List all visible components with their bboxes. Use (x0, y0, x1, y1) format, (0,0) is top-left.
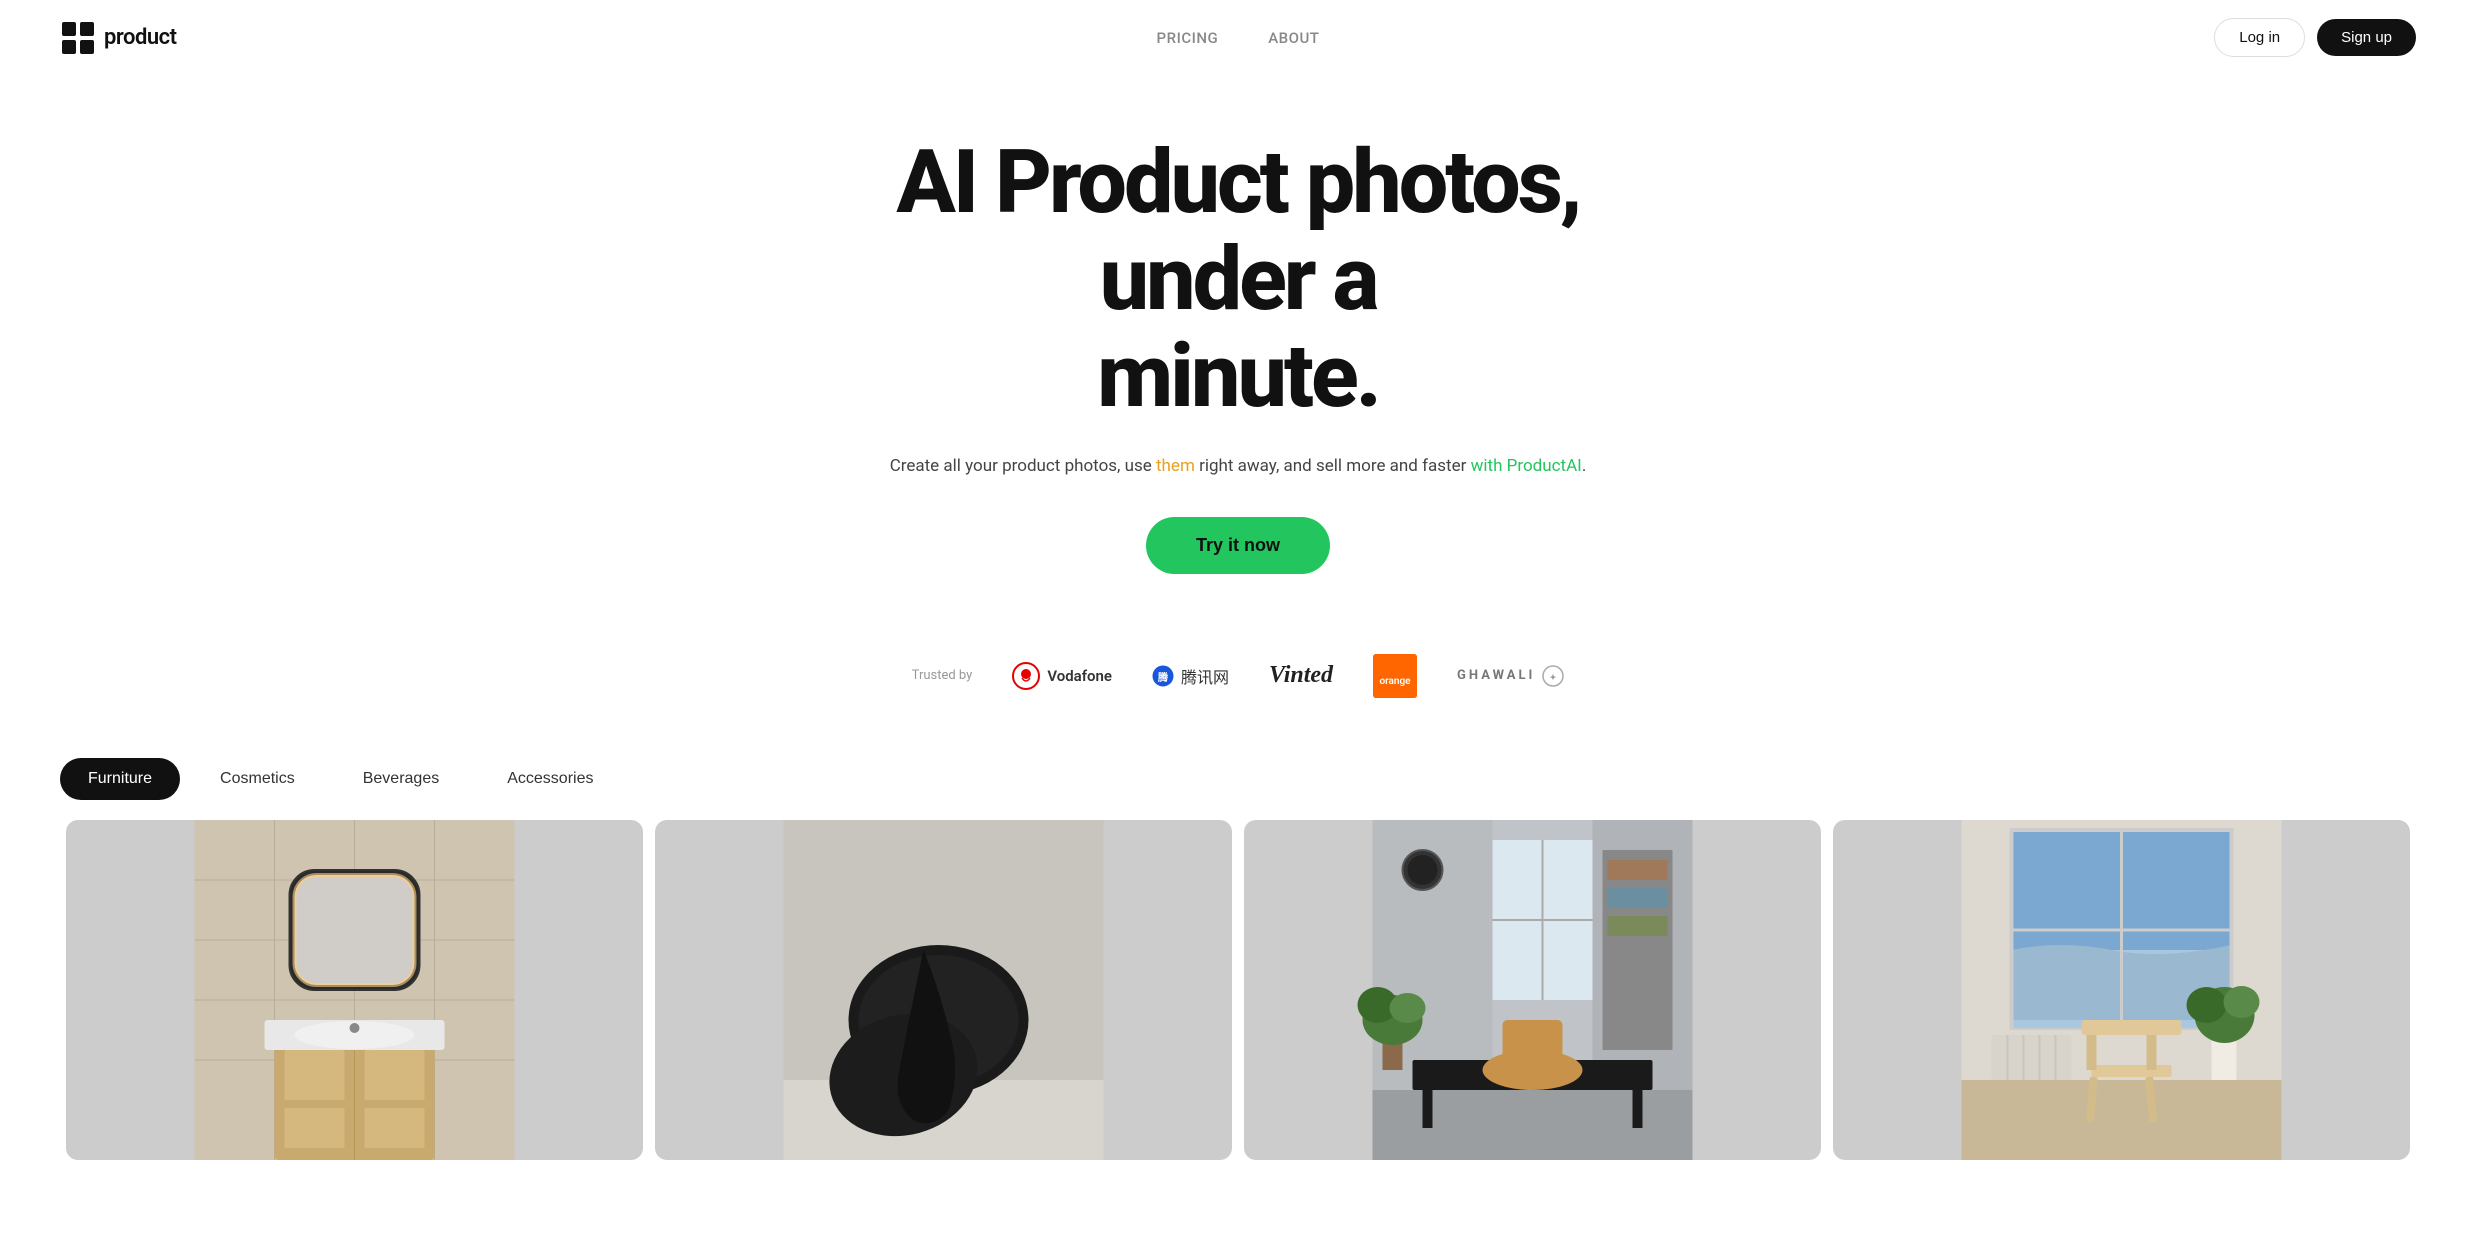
tab-cosmetics[interactable]: Cosmetics (192, 758, 323, 800)
orange-icon: orange (1373, 654, 1417, 698)
ghawali-icon: ✦ (1542, 665, 1564, 687)
tencent-label: 腾讯网 (1181, 664, 1229, 688)
navbar: product PRICING ABOUT Log in Sign up (0, 0, 2476, 75)
logo-text: product (104, 25, 176, 50)
hero-title: AI Product photos, under a minute. (788, 135, 1688, 425)
tencent-icon: 腾 (1152, 665, 1174, 687)
hero-title-line2: minute. (1097, 325, 1379, 428)
nav-pricing[interactable]: PRICING (1157, 29, 1219, 47)
hero-subtitle-before: Create all your product photos, use (890, 456, 1156, 476)
brand-orange: orange (1373, 654, 1417, 698)
gallery-image-stool (1833, 820, 2410, 1160)
login-button[interactable]: Log in (2214, 18, 2305, 57)
hero-subtitle: Create all your product photos, use them… (20, 453, 2456, 480)
stool-svg (1833, 820, 2410, 1160)
hero-subtitle-after: . (1582, 456, 1586, 476)
hero-subtitle-middle: right away, and sell more and faster (1195, 456, 1471, 476)
vodafone-icon (1012, 662, 1040, 690)
office-svg (1244, 820, 1821, 1160)
tab-accessories[interactable]: Accessories (479, 758, 621, 800)
trusted-label: Trusted by (912, 668, 973, 683)
bathroom-svg (66, 820, 643, 1160)
nav-about[interactable]: ABOUT (1268, 29, 1319, 47)
vinted-label: Vinted (1269, 662, 1333, 689)
hero-subtitle-them: them (1156, 456, 1195, 476)
gallery-image-bathroom (66, 820, 643, 1160)
category-tabs: Furniture Cosmetics Beverages Accessorie… (0, 738, 2476, 820)
nav-links: PRICING ABOUT (1157, 29, 1320, 47)
nav-actions: Log in Sign up (2214, 18, 2416, 57)
image-grid (0, 820, 2476, 1160)
brand-ghawali: GHAWALI ✦ (1457, 665, 1564, 687)
signup-button[interactable]: Sign up (2317, 19, 2416, 56)
ghawali-label: GHAWALI (1457, 668, 1535, 683)
vodafone-label: Vodafone (1047, 667, 1112, 685)
try-it-now-button[interactable]: Try it now (1146, 517, 1330, 574)
brand-vinted: Vinted (1269, 662, 1333, 689)
svg-text:✦: ✦ (1550, 673, 1557, 682)
brand-tencent: 腾 腾讯网 (1152, 664, 1229, 688)
hero-title-line1: AI Product photos, under a (896, 131, 1579, 331)
brand-vodafone: Vodafone (1012, 662, 1112, 690)
gallery-image-pillows (655, 820, 1232, 1160)
tab-furniture[interactable]: Furniture (60, 758, 180, 800)
tab-beverages[interactable]: Beverages (335, 758, 468, 800)
gallery-image-office (1244, 820, 1821, 1160)
logo-icon (60, 20, 96, 56)
hero-section: AI Product photos, under a minute. Creat… (0, 75, 2476, 614)
svg-text:orange: orange (1379, 676, 1411, 687)
trusted-section: Trusted by Vodafone 腾 腾讯网 Vinted orange … (0, 614, 2476, 738)
svg-text:腾: 腾 (1157, 671, 1169, 684)
hero-subtitle-product: with ProductAI (1471, 456, 1582, 476)
pillows-svg (655, 820, 1232, 1160)
logo[interactable]: product (60, 20, 176, 56)
